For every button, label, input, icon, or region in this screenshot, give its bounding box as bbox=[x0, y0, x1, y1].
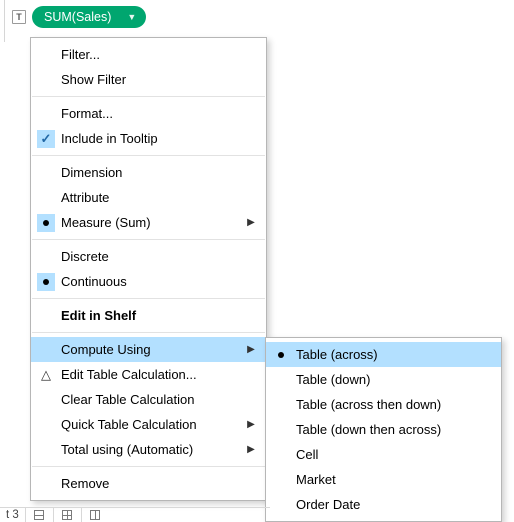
menu-item-continuous[interactable]: Continuous bbox=[31, 269, 266, 294]
submenu-arrow-icon: ▶ bbox=[244, 444, 258, 455]
menu-item-quick-table-calculation[interactable]: Quick Table Calculation ▶ bbox=[31, 412, 266, 437]
menu-separator bbox=[32, 155, 265, 156]
menu-item-format[interactable]: Format... bbox=[31, 101, 266, 126]
story-icon bbox=[90, 510, 100, 520]
radio-dot-icon bbox=[37, 273, 55, 291]
field-pill-label: SUM(Sales) bbox=[44, 10, 111, 24]
radio-dot-icon bbox=[278, 352, 284, 358]
vertical-divider bbox=[4, 0, 5, 42]
field-context-menu: Filter... Show Filter Format... ✓ Includ… bbox=[30, 37, 267, 501]
new-story-button[interactable] bbox=[81, 508, 109, 522]
submenu-item-market[interactable]: Market bbox=[266, 467, 501, 492]
menu-item-edit-table-calculation[interactable]: △ Edit Table Calculation... bbox=[31, 362, 266, 387]
submenu-item-table-down[interactable]: Table (down) bbox=[266, 367, 501, 392]
menu-separator bbox=[32, 239, 265, 240]
field-pill-sum-sales[interactable]: SUM(Sales) ▼ bbox=[32, 6, 146, 28]
menu-item-edit-in-shelf[interactable]: Edit in Shelf bbox=[31, 303, 266, 328]
submenu-arrow-icon: ▶ bbox=[244, 419, 258, 430]
menu-item-total-using[interactable]: Total using (Automatic) ▶ bbox=[31, 437, 266, 462]
dropdown-caret-icon: ▼ bbox=[127, 12, 136, 22]
menu-item-include-in-tooltip[interactable]: ✓ Include in Tooltip bbox=[31, 126, 266, 151]
radio-dot-icon bbox=[37, 214, 55, 232]
menu-separator bbox=[32, 298, 265, 299]
sheet-tab-label[interactable]: t 3 bbox=[0, 509, 25, 521]
menu-item-compute-using[interactable]: Compute Using ▶ bbox=[31, 337, 266, 362]
submenu-item-cell[interactable]: Cell bbox=[266, 442, 501, 467]
submenu-item-table-down-then-across[interactable]: Table (down then across) bbox=[266, 417, 501, 442]
menu-item-filter[interactable]: Filter... bbox=[31, 42, 266, 67]
menu-item-measure[interactable]: Measure (Sum) ▶ bbox=[31, 210, 266, 235]
check-icon: ✓ bbox=[37, 130, 55, 148]
submenu-item-table-across[interactable]: Table (across) bbox=[266, 342, 501, 367]
menu-item-clear-table-calculation[interactable]: Clear Table Calculation bbox=[31, 387, 266, 412]
menu-separator bbox=[32, 466, 265, 467]
text-mark-badge: T bbox=[12, 10, 26, 24]
menu-separator bbox=[32, 332, 265, 333]
worksheet-tabs-strip: t 3 bbox=[0, 507, 270, 521]
menu-item-discrete[interactable]: Discrete bbox=[31, 244, 266, 269]
menu-item-dimension[interactable]: Dimension bbox=[31, 160, 266, 185]
compute-using-submenu: Table (across) Table (down) Table (acros… bbox=[265, 337, 502, 522]
new-worksheet-button[interactable] bbox=[25, 508, 53, 522]
dashboard-icon bbox=[62, 510, 72, 520]
submenu-item-order-date[interactable]: Order Date bbox=[266, 492, 501, 517]
submenu-arrow-icon: ▶ bbox=[244, 217, 258, 228]
menu-item-attribute[interactable]: Attribute bbox=[31, 185, 266, 210]
shelf-row: T SUM(Sales) ▼ bbox=[12, 6, 146, 28]
menu-item-remove[interactable]: Remove bbox=[31, 471, 266, 496]
menu-separator bbox=[32, 96, 265, 97]
worksheet-icon bbox=[34, 510, 44, 520]
delta-icon: △ bbox=[41, 367, 51, 383]
menu-item-show-filter[interactable]: Show Filter bbox=[31, 67, 266, 92]
new-dashboard-button[interactable] bbox=[53, 508, 81, 522]
submenu-arrow-icon: ▶ bbox=[244, 344, 258, 355]
submenu-item-table-across-then-down[interactable]: Table (across then down) bbox=[266, 392, 501, 417]
